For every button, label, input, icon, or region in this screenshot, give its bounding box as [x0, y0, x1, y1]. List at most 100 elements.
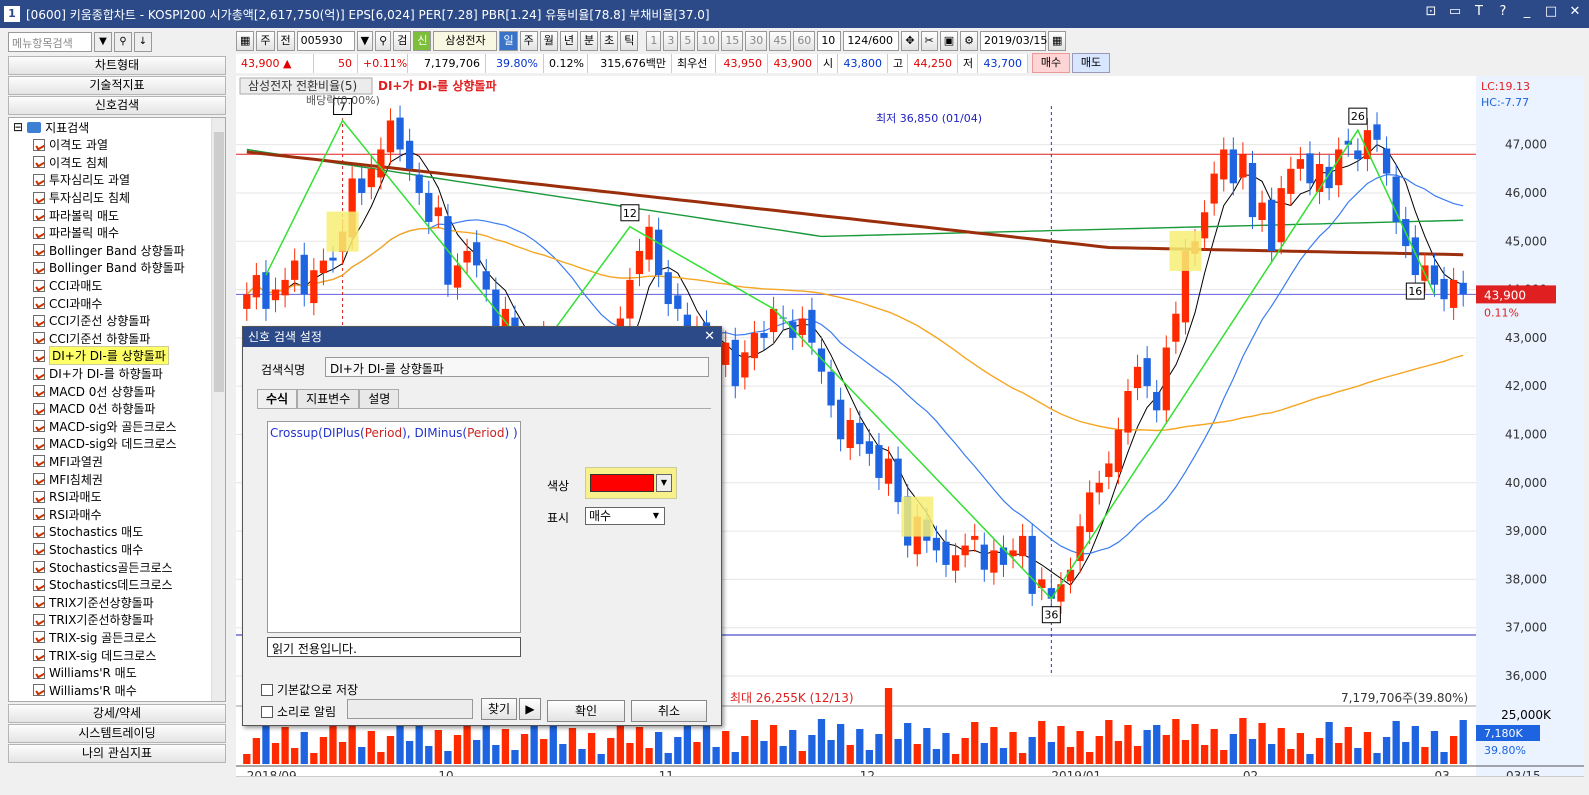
tree-item[interactable]: Stochastics 매도	[9, 523, 225, 541]
close-icon[interactable]: ✕	[704, 329, 715, 344]
period-button[interactable]: 주	[519, 31, 538, 51]
name-field[interactable]: DI+가 DI-를 상향돌파	[325, 357, 709, 377]
buy-button[interactable]: 매수	[1032, 53, 1070, 73]
tree-item[interactable]: CCI기준선 상향돌파	[9, 312, 225, 330]
tree-item[interactable]: Bollinger Band 하향돌파	[9, 259, 225, 277]
display-select[interactable]: 매수 ▼	[585, 507, 665, 525]
checkbox-box[interactable]	[261, 683, 273, 696]
restore-small-icon[interactable]: ▭	[1447, 4, 1463, 22]
tree-root[interactable]: ⊟ 지표검색	[9, 118, 225, 136]
sell-button[interactable]: 매도	[1072, 53, 1110, 73]
technical-indicator-button[interactable]: 기술적지표	[8, 76, 226, 95]
chevron-down-icon[interactable]: ▼	[94, 32, 112, 52]
help-icon[interactable]: ?	[1495, 4, 1511, 22]
close-icon[interactable]: ✕	[1567, 4, 1583, 22]
tree-item[interactable]: MACD-sig와 골든크로스	[9, 418, 225, 436]
find-button[interactable]: 찾기	[481, 698, 517, 720]
tree-item[interactable]: 이격도 과열	[9, 136, 225, 154]
chevron-down-icon[interactable]: ▼	[649, 509, 663, 523]
chart-menu-icon[interactable]: ▦	[236, 31, 255, 51]
gear-icon[interactable]: ⚙	[960, 31, 979, 51]
tree-item[interactable]: 투자심리도 침체	[9, 189, 225, 207]
sound-alert-checkbox[interactable]: 소리로 알림	[261, 703, 336, 720]
count-select[interactable]: 10	[817, 31, 842, 51]
download-icon[interactable]: ↓	[134, 32, 152, 52]
minimize-icon[interactable]: _	[1519, 4, 1535, 22]
tab-description[interactable]: 설명	[359, 389, 400, 408]
scroll-thumb[interactable]	[214, 132, 224, 392]
tree-item[interactable]: RSI과매수	[9, 505, 225, 523]
period-button[interactable]: 일	[499, 31, 518, 51]
tree-item[interactable]: MACD-sig와 데드크로스	[9, 435, 225, 453]
minute-option[interactable]: 1	[646, 31, 662, 51]
tree-item[interactable]: MFI침체권	[9, 470, 225, 488]
tree-item[interactable]: 파라볼릭 매도	[9, 206, 225, 224]
tree-item[interactable]: Bollinger Band 상향돌파	[9, 242, 225, 260]
text-icon[interactable]: T	[1471, 4, 1487, 22]
tree-item[interactable]: Williams'R 매도	[9, 664, 225, 682]
strength-button[interactable]: 강세/약세	[8, 704, 226, 723]
tree-item[interactable]: Stochastics 매수	[9, 541, 225, 559]
sound-file-field[interactable]	[347, 699, 473, 719]
tree-item[interactable]: DI+가 DI-를 하향돌파	[9, 365, 225, 383]
chevron-down-icon[interactable]: ▼	[656, 474, 672, 492]
tree-item[interactable]: TRIX기준선상향돌파	[9, 593, 225, 611]
expand-icon[interactable]: ⊟	[13, 120, 23, 134]
period-button[interactable]: 틱	[620, 31, 639, 51]
formula-box[interactable]: Crossup(DIPlus(Period), DIMinus(Period) …	[267, 421, 521, 633]
period-button[interactable]: 초	[600, 31, 619, 51]
indicator-tree[interactable]: ⊟ 지표검색 이격도 과열 이격도 침체 투자심리도 과열 투자심리도 침체 파라볼릭 …	[8, 117, 226, 702]
minute-option[interactable]: 10	[697, 31, 720, 51]
all-button[interactable]: 전	[276, 31, 295, 51]
tree-item[interactable]: MACD 0선 상향돌파	[9, 382, 225, 400]
stock-code-input[interactable]: 005930	[296, 31, 355, 51]
tree-item[interactable]: 투자심리도 과열	[9, 171, 225, 189]
cancel-button[interactable]: 취소	[631, 700, 707, 722]
search-icon-button[interactable]: ⚲	[375, 31, 392, 51]
period-button[interactable]: 월	[539, 31, 558, 51]
tab-variables[interactable]: 지표변수	[297, 389, 360, 408]
pin-icon[interactable]: ⊡	[1423, 4, 1439, 22]
maximize-icon[interactable]: □	[1543, 4, 1559, 22]
tree-item[interactable]: 파라볼릭 매수	[9, 224, 225, 242]
tree-item[interactable]: TRIX-sig 골든크로스	[9, 629, 225, 647]
horizontal-scrollbar[interactable]	[236, 776, 1584, 792]
tab-formula[interactable]: 수식	[257, 389, 298, 408]
tree-item[interactable]: DI+가 DI-를 상향돌파	[9, 346, 225, 366]
search-icon[interactable]: ⚲	[114, 32, 132, 52]
tool-icon[interactable]: ✂	[920, 31, 938, 51]
tree-scrollbar[interactable]	[211, 118, 225, 701]
tree-item[interactable]: MACD 0선 하향돌파	[9, 400, 225, 418]
system-trading-button[interactable]: 시스템트레이딩	[8, 724, 226, 743]
tree-item[interactable]: CCI기준선 하향돌파	[9, 330, 225, 348]
tree-item[interactable]: Stochastics골든크로스	[9, 558, 225, 576]
date-input[interactable]: 2019/03/15	[980, 31, 1047, 51]
tree-item[interactable]: RSI과매도	[9, 488, 225, 506]
code-search-button[interactable]: 검	[393, 31, 412, 51]
tree-item[interactable]: Stochastics데드크로스	[9, 576, 225, 594]
tree-item[interactable]: TRIX기준선하향돌파	[9, 611, 225, 629]
minute-option[interactable]: 45	[769, 31, 792, 51]
minute-option[interactable]: 3	[663, 31, 679, 51]
my-indicators-button[interactable]: 나의 관심지표	[8, 744, 226, 763]
minute-option[interactable]: 60	[793, 31, 816, 51]
minute-option[interactable]: 30	[745, 31, 768, 51]
period-button[interactable]: 년	[559, 31, 578, 51]
period-button[interactable]: 분	[579, 31, 599, 51]
tree-item[interactable]: TRIX-sig 데드크로스	[9, 646, 225, 664]
range-display[interactable]: 124/600	[843, 31, 900, 51]
signal-search-button[interactable]: 신호검색	[8, 96, 226, 115]
tree-item[interactable]: MFI과열권	[9, 453, 225, 471]
minute-option[interactable]: 15	[721, 31, 744, 51]
tree-item[interactable]: CCI과매수	[9, 294, 225, 312]
tree-item[interactable]: CCI과매도	[9, 277, 225, 295]
tree-item[interactable]: Williams'R 매수	[9, 681, 225, 699]
calendar-icon[interactable]: ▦	[1048, 31, 1067, 51]
save-icon[interactable]: ▣	[939, 31, 959, 51]
ok-button[interactable]: 확인	[547, 700, 625, 722]
play-button[interactable]: ▶	[519, 698, 541, 720]
menu-search-input[interactable]: 메뉴항목검색	[8, 32, 92, 52]
code-dropdown-icon[interactable]: ▼	[356, 31, 374, 51]
minute-option[interactable]: 5	[680, 31, 696, 51]
color-swatch[interactable]	[590, 474, 654, 492]
